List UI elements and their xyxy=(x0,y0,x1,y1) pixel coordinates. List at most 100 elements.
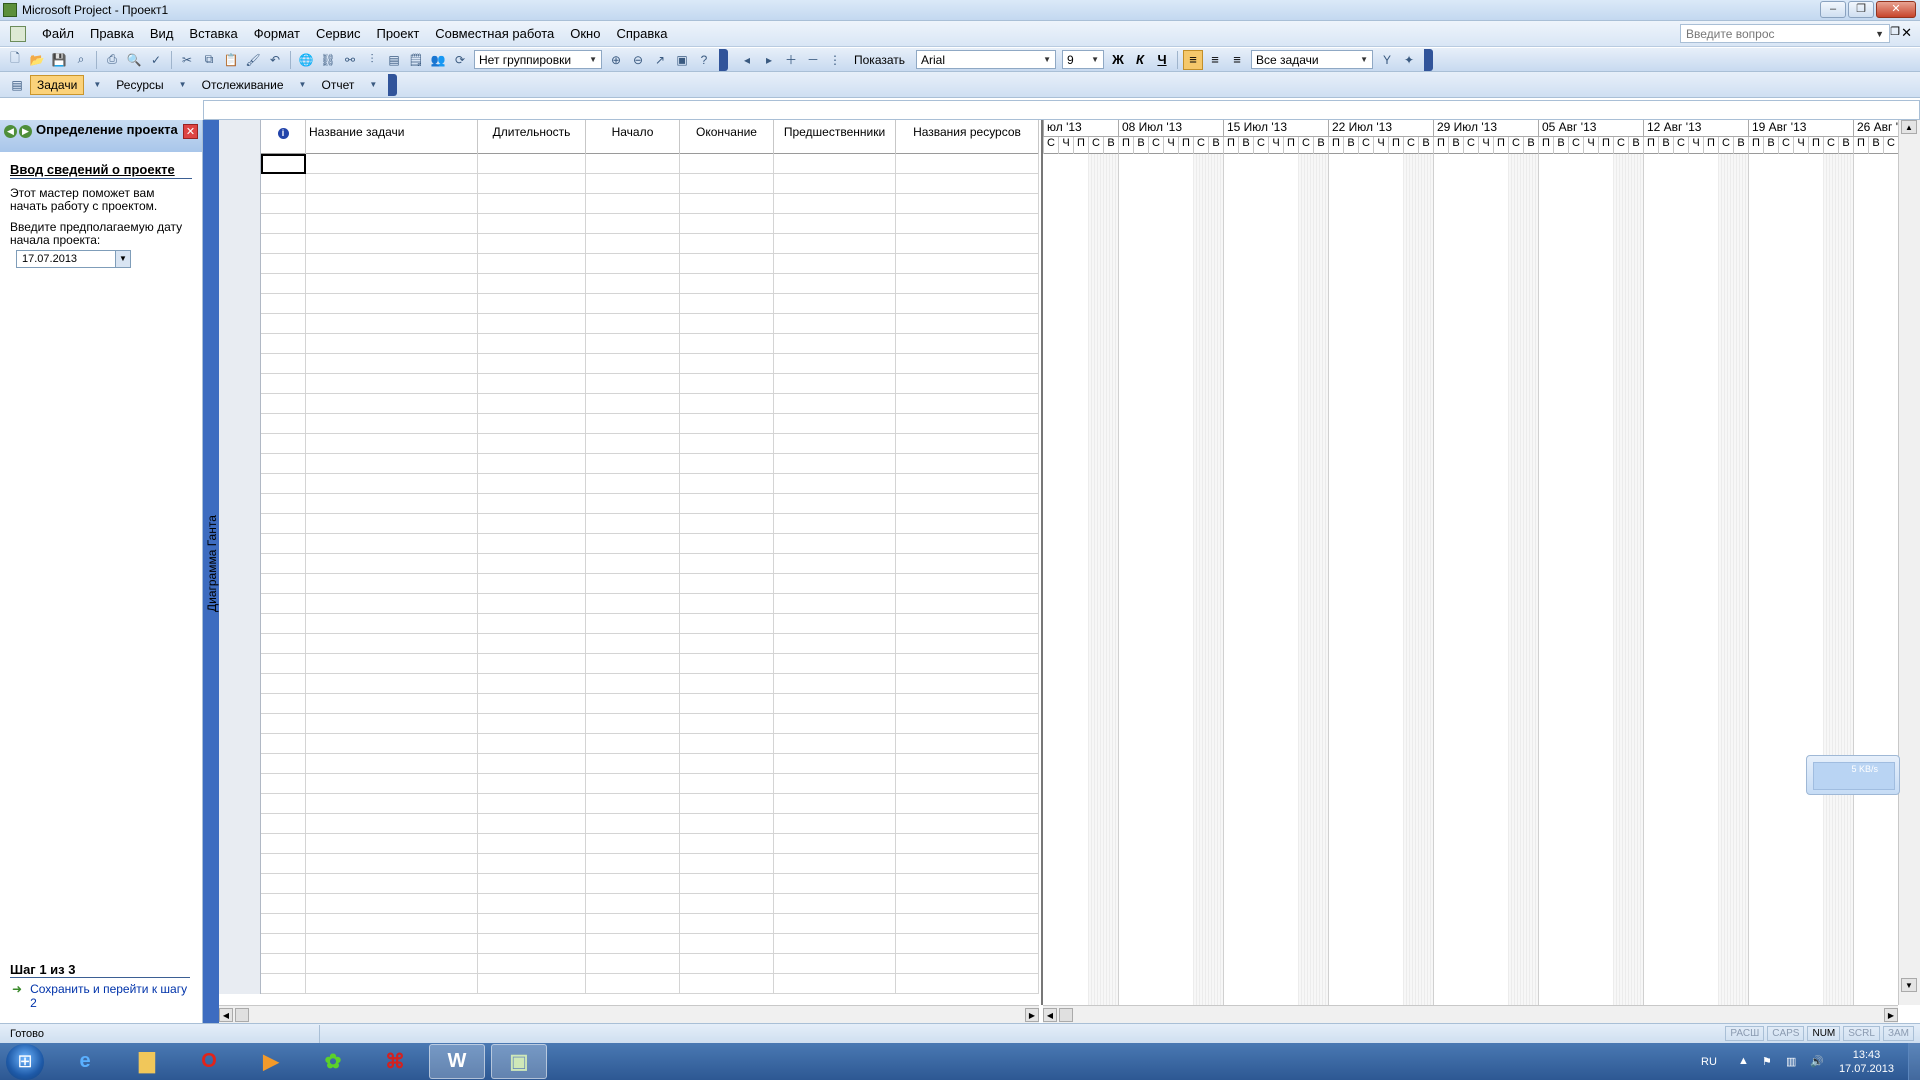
row-header[interactable] xyxy=(219,814,261,834)
maximize-button[interactable]: ❐ xyxy=(1848,1,1874,18)
scroll-down-icon[interactable]: ▼ xyxy=(1901,978,1917,992)
table-cell[interactable] xyxy=(478,414,586,434)
table-cell[interactable] xyxy=(586,294,680,314)
paste-icon[interactable]: 📋 xyxy=(221,50,241,70)
project-icon[interactable]: ▣ xyxy=(491,1044,547,1079)
table-cell[interactable] xyxy=(586,554,680,574)
table-cell[interactable] xyxy=(261,534,306,554)
table-cell[interactable] xyxy=(774,554,896,574)
volume-icon[interactable]: 🔊 xyxy=(1810,1055,1824,1069)
table-cell[interactable] xyxy=(774,774,896,794)
table-cell[interactable] xyxy=(261,834,306,854)
table-cell[interactable] xyxy=(586,774,680,794)
entry-bar[interactable] xyxy=(203,100,1920,120)
table-cell[interactable] xyxy=(896,854,1039,874)
table-cell[interactable] xyxy=(478,594,586,614)
table-cell[interactable] xyxy=(586,534,680,554)
table-cell[interactable] xyxy=(680,614,774,634)
spellcheck-icon[interactable]: ✓ xyxy=(146,50,166,70)
select-all-corner[interactable] xyxy=(219,120,261,154)
zoom-in-icon[interactable]: ⊕ xyxy=(606,50,626,70)
scroll-left-icon[interactable]: ◀ xyxy=(1043,1007,1057,1022)
table-cell[interactable] xyxy=(896,194,1039,214)
start-button[interactable]: ⊞ xyxy=(6,1043,44,1080)
table-cell[interactable] xyxy=(478,474,586,494)
table-cell[interactable] xyxy=(774,334,896,354)
table-row[interactable] xyxy=(219,954,1039,974)
table-cell[interactable] xyxy=(896,334,1039,354)
filter-select[interactable]: Все задачи ▼ xyxy=(1251,50,1374,69)
table-cell[interactable] xyxy=(774,674,896,694)
table-cell[interactable] xyxy=(896,594,1039,614)
table-cell[interactable] xyxy=(586,954,680,974)
table-cell[interactable] xyxy=(680,454,774,474)
help-icon[interactable]: ? xyxy=(694,50,714,70)
print-icon[interactable]: ⎙ xyxy=(102,50,122,70)
table-cell[interactable] xyxy=(774,234,896,254)
table-row[interactable] xyxy=(219,214,1039,234)
table-cell[interactable] xyxy=(896,914,1039,934)
outdent-icon[interactable]: ◂ xyxy=(737,50,757,70)
row-header[interactable] xyxy=(219,474,261,494)
row-header[interactable] xyxy=(219,734,261,754)
table-cell[interactable] xyxy=(478,254,586,274)
table-row[interactable] xyxy=(219,934,1039,954)
table-cell[interactable] xyxy=(680,674,774,694)
new-icon[interactable]: 🗋 xyxy=(5,50,25,70)
table-cell[interactable] xyxy=(306,914,478,934)
table-cell[interactable] xyxy=(306,354,478,374)
table-row[interactable] xyxy=(219,594,1039,614)
table-cell[interactable] xyxy=(261,154,306,174)
row-header[interactable] xyxy=(219,294,261,314)
row-header[interactable] xyxy=(219,614,261,634)
table-cell[interactable] xyxy=(478,494,586,514)
table-cell[interactable] xyxy=(478,174,586,194)
table-cell[interactable] xyxy=(478,534,586,554)
table-cell[interactable] xyxy=(478,714,586,734)
table-row[interactable] xyxy=(219,334,1039,354)
chevron-down-icon[interactable]: ▼ xyxy=(87,75,107,95)
table-cell[interactable] xyxy=(774,494,896,514)
gantt-chart[interactable]: юл '13 08 Июл '13 15 Июл '13 22 Июл '13 29 И… xyxy=(1041,120,1898,1005)
table-cell[interactable] xyxy=(774,714,896,734)
align-right-icon[interactable]: ≡ xyxy=(1227,50,1247,70)
table-cell[interactable] xyxy=(774,954,896,974)
show-outline-icon[interactable]: ⋮ xyxy=(825,50,845,70)
table-row[interactable] xyxy=(219,834,1039,854)
tab-tasks[interactable]: Задачи xyxy=(30,74,85,95)
network-icon[interactable]: ▥ xyxy=(1786,1055,1800,1069)
toolbar-options-icon[interactable] xyxy=(719,48,728,71)
table-cell[interactable] xyxy=(586,694,680,714)
table-cell[interactable] xyxy=(896,274,1039,294)
table-row[interactable] xyxy=(219,194,1039,214)
task-notes-icon[interactable]: 🗒 xyxy=(406,50,426,70)
table-cell[interactable] xyxy=(306,494,478,514)
table-cell[interactable] xyxy=(896,694,1039,714)
row-header[interactable] xyxy=(219,334,261,354)
table-cell[interactable] xyxy=(478,574,586,594)
table-cell[interactable] xyxy=(774,874,896,894)
table-cell[interactable] xyxy=(680,894,774,914)
table-cell[interactable] xyxy=(896,474,1039,494)
icq-icon[interactable]: ✿ xyxy=(305,1044,361,1079)
row-header[interactable] xyxy=(219,514,261,534)
row-header[interactable] xyxy=(219,854,261,874)
table-cell[interactable] xyxy=(774,274,896,294)
menu-insert[interactable]: Вставка xyxy=(181,26,245,41)
table-row[interactable] xyxy=(219,614,1039,634)
network-speed-widget[interactable]: 5 KB/s xyxy=(1806,755,1900,795)
table-cell[interactable] xyxy=(586,414,680,434)
table-cell[interactable] xyxy=(261,194,306,214)
table-row[interactable] xyxy=(219,474,1039,494)
table-cell[interactable] xyxy=(306,314,478,334)
show-dropdown[interactable]: Показать xyxy=(848,50,911,70)
split-task-icon[interactable]: ⫶ xyxy=(362,50,382,70)
tab-resources[interactable]: Ресурсы xyxy=(110,75,169,95)
table-cell[interactable] xyxy=(586,854,680,874)
table-cell[interactable] xyxy=(774,694,896,714)
table-cell[interactable] xyxy=(261,174,306,194)
table-row[interactable] xyxy=(219,894,1039,914)
table-row[interactable] xyxy=(219,634,1039,654)
table-cell[interactable] xyxy=(261,894,306,914)
print-preview-icon[interactable]: 🔍 xyxy=(124,50,144,70)
